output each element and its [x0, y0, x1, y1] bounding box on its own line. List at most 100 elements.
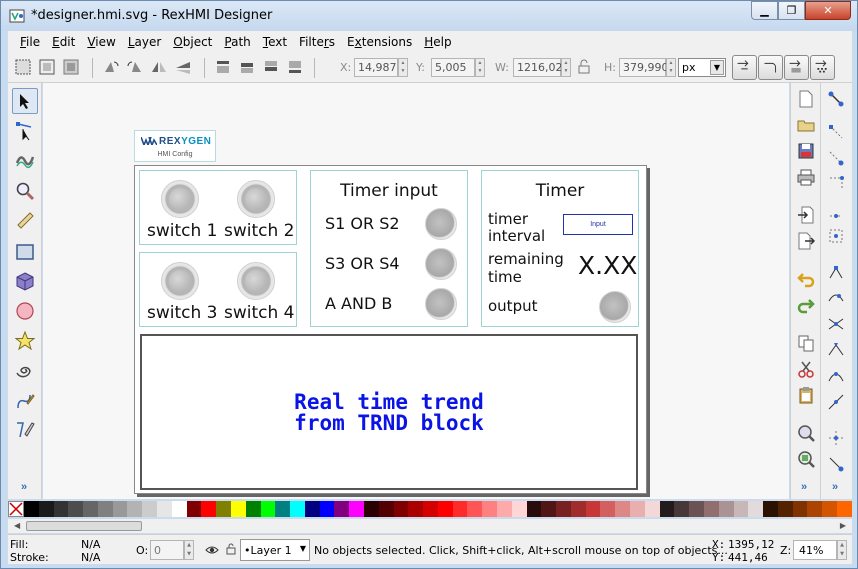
palette-swatch[interactable] [142, 501, 158, 517]
deselect-icon[interactable] [62, 58, 80, 76]
palette-swatch[interactable] [748, 501, 764, 517]
palette-swatch[interactable] [497, 501, 512, 517]
snap-paths-icon[interactable] [827, 289, 845, 307]
select-all-layers-icon[interactable] [38, 58, 56, 76]
snap-bbox-corners-icon[interactable] [827, 175, 845, 193]
x-spinner[interactable]: ▲ ▼ [398, 58, 408, 77]
snap-cusp-nodes-icon[interactable] [827, 341, 845, 359]
palette-swatch[interactable] [230, 501, 246, 517]
measure-tool[interactable] [12, 207, 38, 233]
flip-horizontal-icon[interactable] [150, 58, 168, 76]
menu-path[interactable]: Path [218, 35, 256, 49]
undo-icon[interactable] [797, 270, 815, 288]
snap-rotation-center-icon[interactable] [827, 455, 845, 473]
palette-swatch[interactable] [437, 501, 453, 517]
opacity-field[interactable]: 0 [150, 540, 184, 560]
palette-swatch[interactable] [674, 501, 690, 517]
more-commands-chevron-icon[interactable]: » [801, 481, 807, 493]
palette-swatch[interactable] [53, 501, 69, 517]
zoom-field[interactable]: 41% [793, 540, 837, 560]
palette-swatch[interactable] [630, 501, 645, 517]
palette-swatch[interactable] [822, 501, 837, 517]
maximize-button[interactable]: ❐ [778, 1, 805, 20]
menu-view[interactable]: View [81, 35, 121, 49]
pencil-tool[interactable] [12, 388, 38, 414]
switch-4-button[interactable] [237, 262, 275, 300]
new-document-icon[interactable] [797, 90, 815, 108]
palette-swatch[interactable] [245, 501, 261, 517]
print-icon[interactable] [797, 168, 815, 186]
ellipse-tool[interactable] [12, 298, 38, 324]
more-tools-chevron-icon[interactable]: » [21, 481, 27, 493]
palette-swatch[interactable] [644, 501, 660, 517]
save-icon[interactable] [797, 142, 815, 160]
palette-swatch[interactable] [275, 501, 291, 517]
selector-tool[interactable] [12, 88, 38, 114]
palette-swatch[interactable] [186, 501, 202, 517]
menu-extensions[interactable]: Extensions [341, 35, 418, 49]
3d-box-tool[interactable] [12, 268, 38, 294]
palette-swatch[interactable] [615, 501, 631, 517]
snap-nodes-icon[interactable] [827, 263, 845, 281]
move-gradients-toggle[interactable] [784, 55, 809, 80]
palette-swatch[interactable] [600, 501, 616, 517]
width-field[interactable]: 1216,02 [513, 58, 563, 77]
menu-object[interactable]: Object [167, 35, 218, 49]
palette-swatch[interactable] [260, 501, 276, 517]
copy-icon[interactable] [797, 334, 815, 352]
palette-swatch[interactable] [408, 501, 424, 517]
palette-swatch[interactable] [703, 501, 719, 517]
palette-swatch[interactable] [526, 501, 542, 517]
snap-bbox-icon[interactable] [827, 123, 845, 141]
palette-swatch[interactable] [334, 501, 350, 517]
lower-to-bottom-icon[interactable] [286, 58, 304, 76]
tweak-tool[interactable] [12, 146, 38, 172]
import-icon[interactable] [797, 206, 815, 224]
palette-swatch[interactable] [807, 501, 823, 517]
snap-bbox-edges-icon[interactable] [827, 149, 845, 167]
rotate-cw-icon[interactable] [126, 58, 144, 76]
palette-swatch[interactable] [97, 501, 113, 517]
menu-edit[interactable]: Edit [46, 35, 81, 49]
palette-swatch[interactable] [68, 501, 84, 517]
snap-intersections-icon[interactable] [827, 315, 845, 333]
palette-swatch[interactable] [689, 501, 704, 517]
eye-icon[interactable] [205, 543, 219, 557]
palette-swatch[interactable] [763, 501, 778, 517]
scroll-left-icon[interactable]: ◀ [14, 521, 20, 530]
palette-swatch[interactable] [349, 501, 364, 517]
palette-swatch[interactable] [319, 501, 335, 517]
switch-1-button[interactable] [161, 180, 199, 218]
palette-swatch[interactable] [467, 501, 483, 517]
zoom-spinner[interactable]: ▲ ▼ [837, 540, 847, 560]
scroll-right-icon[interactable]: ▶ [840, 521, 846, 530]
palette-scrollbar[interactable]: ◀ ▶ [8, 519, 852, 533]
lower-icon[interactable] [262, 58, 280, 76]
drawing-canvas[interactable]: REXYGEN HMI Config switch 1 switch 2 swi… [43, 83, 789, 499]
height-field[interactable]: 379,990 [619, 58, 669, 77]
scale-corners-toggle[interactable] [758, 55, 783, 80]
palette-swatch[interactable] [171, 501, 187, 517]
palette-swatch[interactable] [541, 501, 557, 517]
y-spinner[interactable]: ▲ ▼ [475, 58, 485, 77]
title-bar[interactable]: *designer.hmi.svg - RexHMI Designer ▁ ❐ … [1, 1, 857, 31]
palette-scroll-thumb[interactable] [26, 521, 142, 531]
palette-swatch[interactable] [112, 501, 128, 517]
layer-select[interactable]: •Layer 1 ▼ [240, 539, 310, 561]
menu-text[interactable]: Text [257, 35, 293, 49]
timer-interval-input[interactable]: Input [563, 214, 633, 235]
zoom-drawing-icon[interactable] [797, 450, 815, 468]
lock-icon[interactable] [577, 59, 591, 75]
palette-swatch[interactable] [585, 501, 601, 517]
no-paint-swatch[interactable] [8, 501, 24, 517]
paste-icon[interactable] [797, 386, 815, 404]
more-snap-chevron-icon[interactable]: » [832, 481, 838, 493]
menu-layer[interactable]: Layer [122, 35, 167, 49]
snap-bbox-centers-icon[interactable] [827, 227, 845, 245]
palette-swatch[interactable] [452, 501, 468, 517]
menu-file[interactable]: File [14, 35, 46, 49]
palette-swatch[interactable] [378, 501, 394, 517]
cut-icon[interactable] [797, 360, 815, 378]
snap-smooth-nodes-icon[interactable] [827, 367, 845, 385]
snap-bbox-midpoints-icon[interactable] [827, 201, 845, 219]
